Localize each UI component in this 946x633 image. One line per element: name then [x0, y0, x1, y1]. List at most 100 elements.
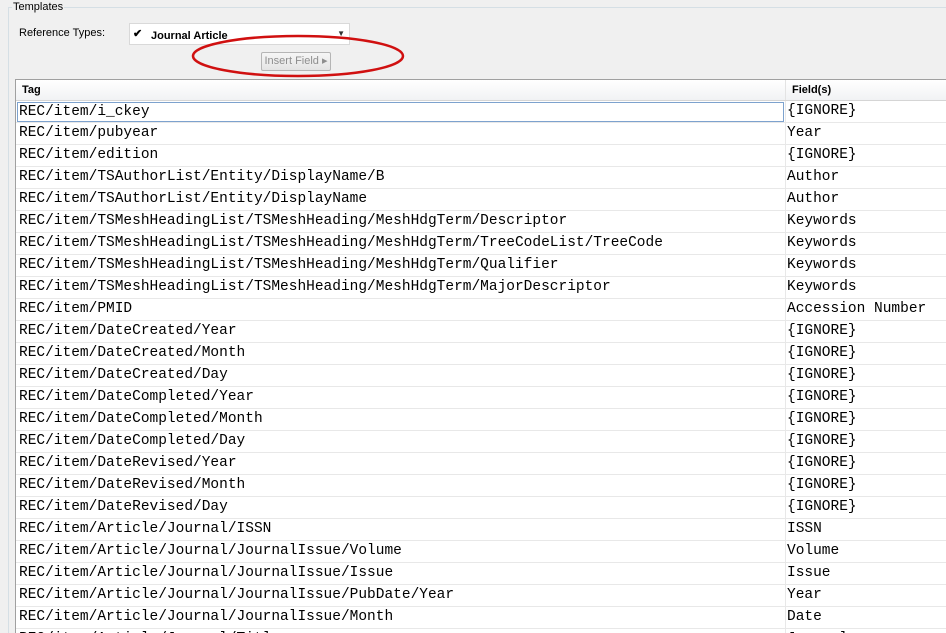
templates-group-label: Templates [12, 0, 65, 14]
table-row[interactable]: REC/item/DateCompleted/Year {IGNORE} [16, 387, 946, 409]
table-row[interactable]: REC/item/DateRevised/Month {IGNORE} [16, 475, 946, 497]
column-separator [785, 387, 786, 408]
field-cell[interactable]: {IGNORE} [787, 497, 946, 518]
column-separator [785, 343, 786, 364]
tag-cell[interactable]: REC/item/Article/Journal/Title [19, 629, 781, 633]
tag-cell[interactable]: REC/item/edition [19, 145, 781, 166]
tag-cell[interactable]: REC/item/Article/Journal/JournalIssue/Mo… [19, 607, 781, 628]
field-cell[interactable]: {IGNORE} [787, 475, 946, 496]
column-header-fields[interactable]: Field(s) [786, 80, 946, 100]
table-row[interactable]: REC/item/TSAuthorList/Entity/DisplayName… [16, 189, 946, 211]
column-separator [785, 585, 786, 606]
table-header: Tag Field(s) [16, 80, 946, 101]
table-row[interactable]: REC/item/DateCreated/Month {IGNORE} [16, 343, 946, 365]
annotation-ellipse [191, 34, 405, 78]
tag-cell[interactable]: REC/item/DateCompleted/Day [19, 431, 781, 452]
table-row[interactable]: REC/item/TSMeshHeadingList/TSMeshHeading… [16, 211, 946, 233]
table-row[interactable]: REC/item/DateCompleted/Month {IGNORE} [16, 409, 946, 431]
tag-cell[interactable]: REC/item/TSAuthorList/Entity/DisplayName [19, 189, 781, 210]
table-row[interactable]: REC/item/TSMeshHeadingList/TSMeshHeading… [16, 255, 946, 277]
tag-cell[interactable]: REC/item/DateCreated/Day [19, 365, 781, 386]
table-body: REC/item/i_ckey {IGNORE} REC/item/pubyear Y… [16, 101, 946, 633]
field-cell[interactable]: Keywords [787, 255, 946, 276]
tag-cell[interactable]: REC/item/DateCompleted/Year [19, 387, 781, 408]
tag-cell[interactable]: REC/item/DateRevised/Year [19, 453, 781, 474]
field-cell[interactable]: Accession Number [787, 299, 946, 320]
column-separator [785, 233, 786, 254]
table-row[interactable]: REC/item/Article/Journal/JournalIssue/Is… [16, 563, 946, 585]
tag-cell[interactable]: REC/item/DateCreated/Year [19, 321, 781, 342]
table-row[interactable]: REC/item/DateRevised/Day {IGNORE} [16, 497, 946, 519]
column-separator [785, 189, 786, 210]
field-cell[interactable]: {IGNORE} [787, 365, 946, 386]
column-separator [785, 145, 786, 166]
group-border-top [8, 7, 946, 8]
field-cell[interactable]: {IGNORE} [787, 321, 946, 342]
column-separator [785, 255, 786, 276]
table-row[interactable]: REC/item/Article/Journal/JournalIssue/Vo… [16, 541, 946, 563]
field-cell[interactable]: Keywords [787, 211, 946, 232]
tag-cell[interactable]: REC/item/TSMeshHeadingList/TSMeshHeading… [19, 211, 781, 232]
field-cell[interactable]: Date [787, 607, 946, 628]
column-separator [785, 629, 786, 633]
field-cell[interactable]: {IGNORE} [787, 387, 946, 408]
field-cell[interactable]: Year [787, 585, 946, 606]
field-cell[interactable]: Volume [787, 541, 946, 562]
table-row[interactable]: REC/item/TSMeshHeadingList/TSMeshHeading… [16, 233, 946, 255]
tag-cell[interactable]: REC/item/DateRevised/Month [19, 475, 781, 496]
field-cell[interactable]: {IGNORE} [787, 343, 946, 364]
tag-cell[interactable]: REC/item/DateCreated/Month [19, 343, 781, 364]
tag-cell[interactable]: REC/item/TSMeshHeadingList/TSMeshHeading… [19, 277, 781, 298]
tag-cell[interactable]: REC/item/Article/Journal/JournalIssue/Is… [19, 563, 781, 584]
table-row[interactable]: REC/item/DateCompleted/Day {IGNORE} [16, 431, 946, 453]
column-separator [785, 431, 786, 452]
table-row[interactable]: REC/item/DateRevised/Year {IGNORE} [16, 453, 946, 475]
tag-cell[interactable]: REC/item/PMID [19, 299, 781, 320]
table-row[interactable]: REC/item/DateCreated/Year {IGNORE} [16, 321, 946, 343]
field-cell[interactable]: Keywords [787, 233, 946, 254]
tag-cell[interactable]: REC/item/Article/Journal/JournalIssue/Pu… [19, 585, 781, 606]
table-row[interactable]: REC/item/PMID Accession Number [16, 299, 946, 321]
column-separator [785, 365, 786, 386]
tag-cell[interactable]: REC/item/Article/Journal/ISSN [19, 519, 781, 540]
table-row[interactable]: REC/item/TSAuthorList/Entity/DisplayName… [16, 167, 946, 189]
tag-cell[interactable]: REC/item/TSMeshHeadingList/TSMeshHeading… [19, 233, 781, 254]
table-row[interactable]: REC/item/Article/Journal/JournalIssue/Pu… [16, 585, 946, 607]
field-cell[interactable]: ISSN [787, 519, 946, 540]
field-cell[interactable]: Author [787, 189, 946, 210]
column-separator [785, 299, 786, 320]
table-row[interactable]: REC/item/i_ckey {IGNORE} [16, 101, 946, 123]
reference-types-label: Reference Types: [19, 27, 106, 39]
field-cell[interactable]: {IGNORE} [787, 101, 946, 122]
tag-cell[interactable]: REC/item/Article/Journal/JournalIssue/Vo… [19, 541, 781, 562]
tag-cell[interactable]: REC/item/TSMeshHeadingList/TSMeshHeading… [19, 255, 781, 276]
field-cell[interactable]: Issue [787, 563, 946, 584]
tag-cell[interactable]: REC/item/DateCompleted/Month [19, 409, 781, 430]
tag-cell[interactable]: REC/item/TSAuthorList/Entity/DisplayName… [19, 167, 781, 188]
field-cell[interactable]: {IGNORE} [787, 453, 946, 474]
table-row[interactable]: REC/item/Article/Journal/ISSN ISSN [16, 519, 946, 541]
field-cell[interactable]: {IGNORE} [787, 409, 946, 430]
table-row[interactable]: REC/item/Article/Journal/Title Journal [16, 629, 946, 633]
field-cell[interactable]: Journal [787, 629, 946, 633]
table-row[interactable]: REC/item/pubyear Year [16, 123, 946, 145]
table-row[interactable]: REC/item/DateCreated/Day {IGNORE} [16, 365, 946, 387]
tag-field-table: Tag Field(s) REC/item/i_ckey {IGNORE} REC/… [15, 79, 946, 633]
column-separator [785, 277, 786, 298]
column-separator [785, 563, 786, 584]
table-row[interactable]: REC/item/Article/Journal/JournalIssue/Mo… [16, 607, 946, 629]
field-cell[interactable]: {IGNORE} [787, 431, 946, 452]
field-cell[interactable]: Author [787, 167, 946, 188]
field-cell[interactable]: Keywords [787, 277, 946, 298]
column-separator [785, 321, 786, 342]
table-row[interactable]: REC/item/TSMeshHeadingList/TSMeshHeading… [16, 277, 946, 299]
field-cell[interactable]: Year [787, 123, 946, 144]
column-header-tag[interactable]: Tag [16, 80, 786, 100]
table-row[interactable]: REC/item/edition {IGNORE} [16, 145, 946, 167]
tag-cell[interactable]: REC/item/pubyear [19, 123, 781, 144]
tag-cell[interactable]: REC/item/i_ckey [17, 102, 784, 122]
column-separator [785, 607, 786, 628]
column-separator [785, 101, 786, 122]
field-cell[interactable]: {IGNORE} [787, 145, 946, 166]
tag-cell[interactable]: REC/item/DateRevised/Day [19, 497, 781, 518]
